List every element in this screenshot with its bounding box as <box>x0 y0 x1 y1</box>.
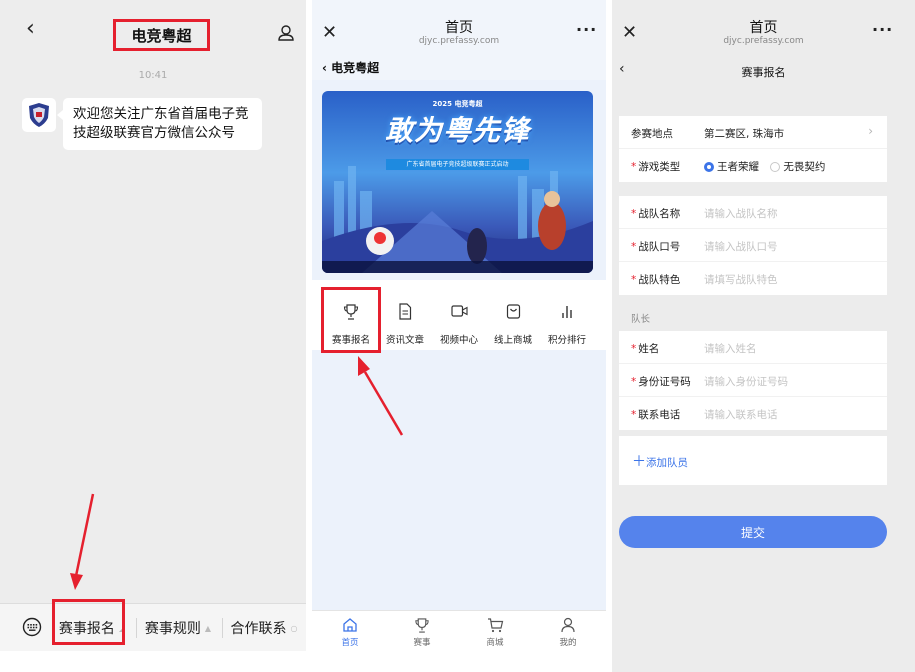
menu-separator <box>222 618 223 638</box>
captain-id-input[interactable]: 请输入身份证号码 <box>704 374 788 389</box>
team-info-card: * 战队名称 请输入战队名称 * 战队口号 请输入战队口号 * 战队特色 请填写战队特… <box>619 196 887 295</box>
menu-item-contact[interactable]: 合作联系 ○ <box>224 604 304 652</box>
add-member-button[interactable]: ＋添加队员 <box>632 451 688 471</box>
game-type-row: * 游戏类型 王者荣耀 无畏契约 <box>631 159 826 174</box>
team-feature-input[interactable]: 请填写战队特色 <box>704 272 778 287</box>
more-icon[interactable]: ··· <box>872 20 893 39</box>
captain-name-row: * 姓名 请输入姓名 <box>619 331 887 364</box>
red-arrow-annotation <box>70 493 95 590</box>
captain-name-input[interactable]: 请输入姓名 <box>704 341 757 356</box>
home-icon <box>320 617 380 637</box>
team-name-input[interactable]: 请输入战队名称 <box>704 206 778 221</box>
team-slogan-input[interactable]: 请输入战队口号 <box>704 239 778 254</box>
radio-checked-icon <box>704 161 714 172</box>
sub-header: ‹ 赛事报名 <box>612 56 915 86</box>
keyboard-icon[interactable] <box>22 617 42 641</box>
submit-button[interactable]: 提交 <box>619 516 887 548</box>
captain-phone-input[interactable]: 请输入联系电话 <box>704 407 778 422</box>
user-icon <box>538 617 598 637</box>
menu-separator <box>136 618 137 638</box>
location-row[interactable]: 参赛地点 第二赛区, 珠海市 › <box>619 116 887 149</box>
chat-menu-bar: 赛事报名 ◢ 赛事规则 ▲ 合作联系 ○ <box>0 603 306 651</box>
menu-indicator-icon: ▲ <box>204 623 212 633</box>
team-feature-row: * 战队特色 请填写战队特色 <box>631 272 778 287</box>
captain-info-card: * 姓名 请输入姓名 * 身份证号码 请输入身份证号码 * 联系电话 请输入联系电话 <box>619 331 887 430</box>
menu-item-rules[interactable]: 赛事规则 ▲ <box>138 604 218 652</box>
menu-indicator-icon: ○ <box>290 623 298 633</box>
tab-mall[interactable]: 商城 <box>465 611 525 661</box>
form-title: 赛事报名 <box>741 66 786 79</box>
tab-home[interactable]: 首页 <box>320 611 380 661</box>
plus-icon: ＋ <box>632 454 646 470</box>
page-title: 首页 <box>749 20 778 36</box>
captain-phone-row: * 联系电话 请输入联系电话 <box>631 407 778 422</box>
chevron-right-icon: › <box>868 124 873 138</box>
tab-mine[interactable]: 我的 <box>538 611 598 661</box>
captain-id-row: * 身份证号码 请输入身份证号码 <box>619 364 887 397</box>
location-value: 第二赛区, 珠海市 <box>704 128 785 140</box>
cart-icon <box>465 617 525 637</box>
home-indicator-area <box>0 651 306 672</box>
mini-program-home-panel: ✕ 首页 djyc.prefassy.com ··· ‹ 电竞粤超 2025 电… <box>312 0 606 672</box>
red-arrow-annotation <box>358 356 404 436</box>
team-slogan-row: * 战队口号 请输入战队口号 <box>619 229 887 262</box>
mini-program-header: ✕ 首页 djyc.prefassy.com ··· <box>612 0 915 56</box>
bottom-tab-bar: 首页 赛事 商城 我的 <box>312 610 606 672</box>
radio-honor-of-kings[interactable]: 王者荣耀 <box>704 159 759 174</box>
radio-valorant[interactable]: 无畏契约 <box>770 159 825 174</box>
team-name-row: * 战队名称 请输入战队名称 <box>619 196 887 229</box>
highlight-box-registration <box>52 599 125 645</box>
radio-unchecked-icon <box>770 161 781 172</box>
wechat-chat-panel: ‹ 电竞粤超 10:41 欢迎您关注广东省首届电子竞技超级联赛官方微信公众号 赛… <box>0 0 306 672</box>
captain-section-label: 队长 <box>631 314 651 325</box>
page-url: djyc.prefassy.com <box>723 36 804 46</box>
tab-events[interactable]: 赛事 <box>392 611 452 661</box>
event-info-card: 参赛地点 第二赛区, 珠海市 › * 游戏类型 王者荣耀 无畏契约 <box>619 116 887 182</box>
trophy-icon <box>392 617 452 638</box>
registration-form-panel: ✕ 首页 djyc.prefassy.com ··· ‹ 赛事报名 参赛地点 第… <box>612 0 915 672</box>
